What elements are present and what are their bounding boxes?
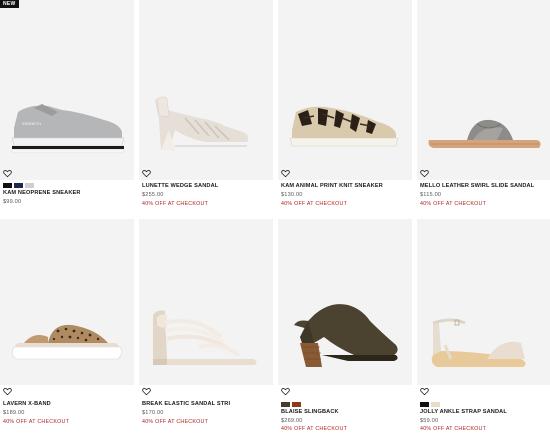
product-card-kam-neoprene-sneaker[interactable]: KENNETH NEW KAM NEOPRENE SNEAKER $99.00 [0,0,134,215]
product-name[interactable]: BLAISE SLINGBACK [281,409,339,415]
heart-outline-icon[interactable] [142,387,151,396]
heart-outline-icon[interactable] [3,387,12,396]
elastic-sandal-illustration [153,310,257,365]
product-image[interactable] [278,0,412,180]
product-image[interactable] [139,0,273,180]
swatch-rust[interactable] [292,402,301,407]
product-card-jolly-ankle-strap[interactable]: JOLLY ANKLE STRAP SANDAL $59.00 40% OFF … [417,219,550,433]
product-grid: KENNETH NEW KAM NEOPRENE SNEAKER $99.00 [0,0,550,433]
product-price: $189.00 [3,410,25,416]
promo-text: 40% OFF AT CHECKOUT [281,201,348,207]
product-price: $130.00 [281,192,303,198]
new-badge: NEW [0,0,19,8]
heart-outline-icon[interactable] [281,169,290,178]
heart-outline-icon[interactable] [142,169,151,178]
color-swatches [420,402,440,407]
product-image[interactable] [417,219,550,385]
product-name[interactable]: KAM ANIMAL PRINT KNIT SNEAKER [281,183,383,189]
product-card-lunette-wedge-sandal[interactable]: LUNETTE WEDGE SANDAL $255.00 40% OFF AT … [139,0,273,215]
color-swatches [281,402,301,407]
product-image[interactable] [139,219,273,385]
product-image[interactable] [0,219,134,385]
product-card-blaise-slingback[interactable]: BLAISE SLINGBACK $269.00 40% OFF AT CHEC… [278,219,412,433]
product-card-break-elastic-sandal[interactable]: BREAK ELASTIC SANDAL STRI $170.00 40% OF… [139,219,273,433]
color-swatches [3,183,34,188]
swatch-dark-brown[interactable] [281,402,290,407]
promo-text: 40% OFF AT CHECKOUT [420,201,487,207]
heart-outline-icon[interactable] [3,169,12,178]
product-price: $269.00 [281,418,303,424]
product-card-mello-slide-sandal[interactable]: MELLO LEATHER SWIRL SLIDE SANDAL $115.00… [417,0,550,215]
product-name[interactable]: JOLLY ANKLE STRAP SANDAL [420,409,507,415]
wedge-sandal-illustration [155,96,249,150]
promo-text: 40% OFF AT CHECKOUT [142,419,209,425]
product-name[interactable]: KAM NEOPRENE SNEAKER [3,190,81,196]
promo-text: 40% OFF AT CHECKOUT [3,419,70,425]
platform-slide-illustration [12,324,122,360]
slide-sandal-illustration [428,119,541,148]
product-image[interactable] [417,0,550,180]
swatch-black[interactable] [420,402,429,407]
promo-text: 40% OFF AT CHECKOUT [420,426,487,432]
svg-text:KENNETH: KENNETH [22,121,41,126]
heart-outline-icon[interactable] [281,387,290,396]
product-price: $255.00 [142,192,164,198]
slingback-illustration [294,304,398,367]
product-card-kam-animal-print-sneaker[interactable]: KAM ANIMAL PRINT KNIT SNEAKER $130.00 40… [278,0,412,215]
promo-text: 40% OFF AT CHECKOUT [281,426,348,432]
animal-print-sneaker-illustration [289,106,399,147]
product-name[interactable]: MELLO LEATHER SWIRL SLIDE SANDAL [420,183,534,189]
product-price: $99.00 [3,199,22,205]
swatch-grey[interactable] [25,183,34,188]
product-card-lavern-x-band[interactable]: LAVERN X-BAND $189.00 40% OFF AT CHECKOU… [0,219,134,433]
swatch-cream[interactable] [431,402,440,407]
heart-outline-icon[interactable] [420,169,429,178]
swatch-black[interactable] [3,183,12,188]
product-name[interactable]: BREAK ELASTIC SANDAL STRI [142,401,230,407]
sneaker-illustration: KENNETH [11,104,125,153]
heart-outline-icon[interactable] [420,387,429,396]
product-image[interactable] [278,219,412,385]
product-name[interactable]: LAVERN X-BAND [3,401,51,407]
product-name[interactable]: LUNETTE WEDGE SANDAL [142,183,218,189]
product-image[interactable]: KENNETH [0,0,134,180]
product-price: $59.00 [420,418,439,424]
product-price: $115.00 [420,192,442,198]
ankle-strap-sandal-illustration [431,318,526,367]
promo-text: 40% OFF AT CHECKOUT [142,201,209,207]
product-price: $170.00 [142,410,164,416]
swatch-navy[interactable] [14,183,23,188]
